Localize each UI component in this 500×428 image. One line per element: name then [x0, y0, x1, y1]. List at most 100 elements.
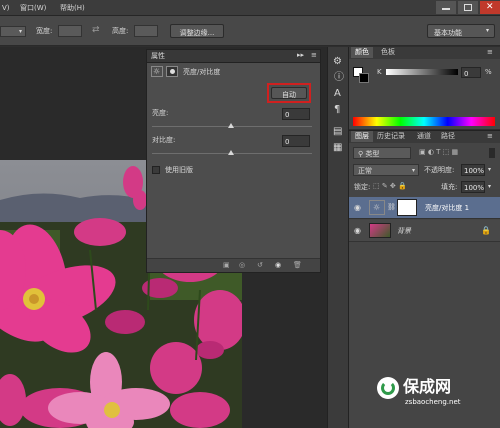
eye-icon[interactable]: ◉ [354, 204, 361, 212]
reset-icon[interactable]: ↺ [257, 262, 263, 269]
percent-unit: % [485, 68, 492, 76]
layer-row-brightness[interactable]: ◉ ☼ ⛓ 亮度/对比度 1 [349, 197, 500, 219]
chain-icon[interactable]: ⛓ [387, 204, 396, 211]
filter-toggle[interactable] [489, 148, 495, 158]
minimize-button[interactable] [436, 1, 456, 14]
menu-bar: V) 窗口(W) 帮助(H) ✕ [0, 0, 500, 16]
layer-name: 背景 [397, 227, 411, 235]
lock-icon: 🔒 [481, 226, 491, 235]
trash-icon[interactable]: 🗑 [293, 262, 302, 269]
color-panel: 颜色 色板 ≡ K 0 % [349, 47, 500, 129]
filter-icons[interactable]: ▣ ◐ T ⬚ ▦ [419, 149, 458, 156]
chevron-down-icon[interactable]: ▾ [488, 184, 491, 190]
layers-panel: 图层 历史记录 通道 路径 ≡ ⚲ 类型 ▣ ◐ T ⬚ ▦ 正常 ▾ 不透明度… [349, 130, 500, 428]
opacity-label: 不透明度: [424, 166, 455, 174]
lock-label: 锁定: [354, 183, 371, 191]
collapse-icon[interactable]: ▸▸ [297, 52, 304, 59]
watermark-logo-mark [381, 381, 395, 395]
legacy-checkbox[interactable] [152, 166, 160, 174]
adjustment-layer-icon: ☼ [369, 200, 385, 215]
properties-panel: 属性 ▸▸ ≡ ☼ 亮度/对比度 自动 亮度: 0 对比度: 0 使用旧版 ▣ … [146, 49, 321, 273]
properties-title: 亮度/对比度 [183, 68, 221, 76]
panel-menu-icon[interactable]: ≡ [487, 49, 493, 56]
layer-thumbnail [369, 223, 391, 238]
tab-channels[interactable]: 通道 [413, 131, 435, 142]
chevron-down-icon[interactable]: ▾ [488, 167, 491, 173]
width-label: 宽度: [36, 27, 53, 35]
visibility-icon[interactable]: ◉ [275, 262, 281, 269]
color-spectrum-bar[interactable] [353, 117, 495, 126]
style-select[interactable]: ▾ [0, 26, 26, 37]
minimize-icon [442, 8, 450, 10]
chevron-down-icon: ▾ [412, 167, 416, 174]
contrast-label: 对比度: [152, 136, 176, 144]
paragraph-icon[interactable]: ¶ [334, 105, 340, 115]
contrast-slider-handle[interactable] [228, 150, 234, 155]
panel-menu-icon[interactable]: ≡ [311, 52, 317, 59]
contrast-value-field[interactable]: 0 [282, 135, 310, 147]
legacy-checkbox-label: 使用旧版 [165, 166, 193, 174]
opacity-field[interactable]: 100% [461, 164, 485, 176]
chevron-down-icon: ▾ [486, 27, 490, 34]
refine-edge-button[interactable]: 调整边缘... [170, 24, 224, 38]
close-icon: ✕ [486, 2, 494, 12]
layer-row-background[interactable]: ◉ 背景 🔒 [349, 220, 500, 242]
background-color-swatch[interactable] [359, 73, 369, 83]
maximize-icon [464, 4, 472, 11]
brightness-slider-handle[interactable] [228, 123, 234, 128]
channel-label: K [377, 68, 382, 76]
auto-button[interactable]: 自动 [271, 87, 307, 99]
tab-properties[interactable]: 属性 [151, 53, 165, 60]
history-brush-icon[interactable]: ⚙ [333, 57, 342, 67]
clip-to-layer-icon[interactable]: ▣ [223, 262, 230, 269]
workspace-select[interactable]: 基本功能 ▾ [427, 24, 495, 38]
swap-icon[interactable]: ⇄ [92, 26, 100, 35]
width-field[interactable] [58, 25, 82, 37]
styles-icon[interactable]: ▦ [333, 143, 342, 153]
maximize-button[interactable] [458, 1, 478, 14]
sun-icon: ☼ [153, 67, 161, 76]
watermark-url: zsbaocheng.net [405, 398, 461, 406]
tab-swatches[interactable]: 色板 [377, 47, 399, 58]
blend-mode-select[interactable]: 正常 ▾ [353, 164, 419, 176]
sun-icon: ☼ [373, 203, 381, 212]
brightness-value-field[interactable]: 0 [282, 108, 310, 120]
adjustments-icon[interactable]: ▤ [333, 127, 342, 137]
layer-name: 亮度/对比度 1 [425, 204, 470, 212]
layer-filter-select[interactable]: ⚲ 类型 [353, 147, 411, 159]
fill-label: 填充: [441, 183, 458, 191]
view-previous-icon[interactable]: ◎ [239, 262, 245, 269]
layers-panel-tabs: 图层 历史记录 通道 路径 ≡ [349, 131, 500, 143]
properties-panel-header: 属性 ▸▸ ≡ [147, 50, 320, 63]
search-icon: ⚲ [358, 150, 364, 158]
tab-history[interactable]: 历史记录 [373, 131, 409, 142]
menu-item-window[interactable]: 窗口(W) [20, 5, 46, 12]
lock-icons[interactable]: ⬚ ✎ ✥ 🔒 [373, 183, 407, 190]
watermark-text: 保成网 [403, 377, 452, 396]
options-bar: ▾ 宽度: ⇄ 高度: 调整边缘... 基本功能 ▾ [0, 16, 500, 46]
brightness-label: 亮度: [152, 109, 169, 117]
properties-footer: ▣ ◎ ↺ ◉ 🗑 [147, 258, 320, 272]
close-button[interactable]: ✕ [480, 1, 500, 14]
menu-item-view[interactable]: V) [2, 5, 10, 12]
tab-color[interactable]: 颜色 [351, 47, 373, 58]
blend-mode-label: 正常 [358, 167, 372, 175]
menu-item-help[interactable]: 帮助(H) [60, 5, 85, 12]
fill-field[interactable]: 100% [461, 181, 485, 193]
k-channel-slider[interactable] [386, 69, 458, 75]
watermark-logo [377, 377, 399, 399]
height-field[interactable] [134, 25, 158, 37]
character-icon[interactable]: A [334, 89, 341, 99]
tab-layers[interactable]: 图层 [351, 131, 373, 142]
mask-circle-icon [170, 69, 175, 74]
k-value-field[interactable]: 0 [461, 67, 481, 78]
color-panel-tabs: 颜色 色板 ≡ [349, 47, 500, 59]
mask-icon[interactable] [166, 66, 178, 77]
panel-menu-icon[interactable]: ≡ [487, 133, 493, 140]
height-label: 高度: [112, 27, 129, 35]
info-icon[interactable]: ⓘ [334, 73, 344, 83]
tab-paths[interactable]: 路径 [437, 131, 459, 142]
brightness-adjustment-icon: ☼ [151, 66, 163, 77]
layer-mask-thumbnail[interactable] [397, 199, 417, 216]
eye-icon[interactable]: ◉ [354, 227, 361, 235]
